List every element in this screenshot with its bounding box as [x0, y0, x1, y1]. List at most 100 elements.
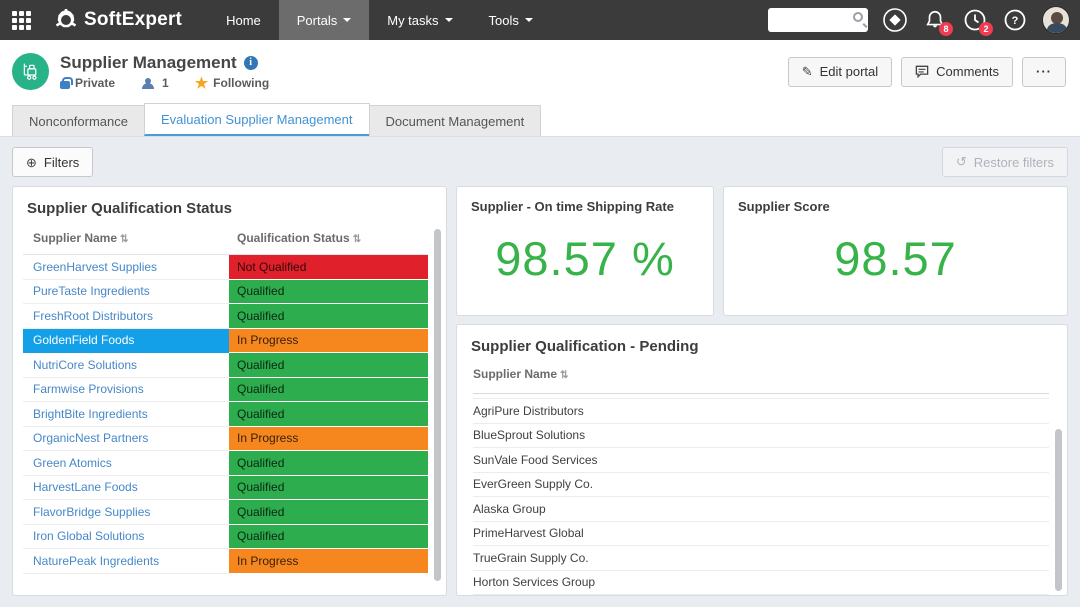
supplier-name-link[interactable]: BrightBite Ingredients [23, 402, 229, 427]
list-item[interactable]: EverGreen Supply Co. [473, 473, 1049, 498]
supplier-name-link[interactable]: GoldenField Foods [23, 329, 229, 354]
quick-access-icon[interactable] [882, 7, 908, 33]
restore-filters-button[interactable]: ↺ Restore filters [942, 147, 1068, 177]
search-icon[interactable] [853, 12, 863, 22]
notifications-bell-icon[interactable]: 8 [922, 7, 948, 33]
sort-icon[interactable]: ⇅ [120, 234, 128, 245]
menu-home[interactable]: Home [208, 0, 279, 40]
qualification-status-cell: Qualified [229, 525, 428, 550]
table-row[interactable]: HarvestLane FoodsQualified [23, 476, 428, 501]
tab-nonconformance[interactable]: Nonconformance [12, 105, 145, 136]
supplier-name-link[interactable]: Green Atomics [23, 451, 229, 476]
supplier-name-link[interactable]: NutriCore Solutions [23, 353, 229, 378]
sort-icon[interactable]: ⇅ [560, 370, 568, 381]
column-header-supplier-name[interactable]: Supplier Name⇅ [23, 231, 229, 245]
scrollbar-thumb[interactable] [434, 229, 441, 581]
qualification-status-cell: Qualified [229, 476, 428, 501]
table-row[interactable]: GreenHarvest SuppliesNot Qualified [23, 255, 428, 280]
portal-icon[interactable] [12, 53, 49, 90]
list-item[interactable]: PrimeHarvest Global [473, 522, 1049, 547]
menu-tools[interactable]: Tools [471, 0, 551, 40]
supplier-name-link[interactable]: Farmwise Provisions [23, 378, 229, 403]
table-row[interactable]: NaturePeak IngredientsIn Progress [23, 549, 428, 574]
user-avatar[interactable] [1042, 6, 1070, 34]
qualification-status-cell: In Progress [229, 549, 428, 574]
restore-icon: ↺ [956, 154, 967, 170]
tab-document-management[interactable]: Document Management [369, 105, 542, 136]
ellipsis-icon: ··· [1036, 64, 1052, 79]
qualification-status-cell: Qualified [229, 451, 428, 476]
widget-shipping-rate: Supplier - On time Shipping Rate 98.57 % [456, 186, 714, 316]
more-options-button[interactable]: ··· [1022, 57, 1066, 87]
comments-button[interactable]: Comments [901, 57, 1013, 87]
list-item[interactable]: BlueSprout Solutions [473, 424, 1049, 449]
search-box [768, 8, 868, 32]
tab-evaluation-supplier-management[interactable]: Evaluation Supplier Management [144, 103, 370, 136]
scrollbar-thumb[interactable] [1055, 429, 1062, 591]
supplier-name-link[interactable]: Iron Global Solutions [23, 525, 229, 550]
list-item[interactable]: AgriPure Distributors [473, 399, 1049, 424]
lock-icon [60, 81, 70, 89]
column-header-supplier-name[interactable]: Supplier Name⇅ [473, 367, 1049, 394]
column-header-qualification-status[interactable]: Qualification Status⇅ [229, 231, 428, 245]
comment-icon [915, 65, 929, 78]
app-grid-icon[interactable] [12, 11, 31, 30]
table-row[interactable]: NutriCore SolutionsQualified [23, 353, 428, 378]
supplier-name-link[interactable]: PureTaste Ingredients [23, 280, 229, 305]
chevron-down-icon [525, 18, 533, 22]
members-count[interactable]: 1 [141, 76, 169, 90]
info-icon[interactable]: i [244, 56, 258, 70]
qualification-status-cell: Qualified [229, 353, 428, 378]
list-item[interactable]: TrueGrain Supply Co. [473, 546, 1049, 571]
table-row[interactable]: Farmwise ProvisionsQualified [23, 378, 428, 403]
table-row[interactable]: Iron Global SolutionsQualified [23, 525, 428, 550]
shipping-rate-value: 98.57 % [457, 231, 713, 286]
table-row[interactable]: FlavorBridge SuppliesQualified [23, 500, 428, 525]
edit-portal-button[interactable]: ✎ Edit portal [788, 57, 892, 87]
plus-circle-icon: ⊕ [26, 156, 37, 169]
widget-qualification-status: Supplier Qualification Status Supplier N… [12, 186, 447, 596]
pending-tasks-badge: 2 [979, 22, 993, 36]
supplier-name-link[interactable]: NaturePeak Ingredients [23, 549, 229, 574]
supplier-name-link[interactable]: OrganicNest Partners [23, 427, 229, 452]
table-row[interactable]: BrightBite IngredientsQualified [23, 402, 428, 427]
table-row[interactable]: FreshRoot DistributorsQualified [23, 304, 428, 329]
menu-portals[interactable]: Portals [279, 0, 369, 40]
table-row[interactable]: OrganicNest PartnersIn Progress [23, 427, 428, 452]
softexpert-gear-icon [55, 9, 77, 31]
qualification-status-cell: Qualified [229, 304, 428, 329]
following-toggle[interactable]: ★ Following [195, 76, 269, 91]
widget-title: Supplier Qualification Status [13, 187, 446, 217]
list-item[interactable]: Horton Services Group [473, 571, 1049, 596]
widget-title: Supplier Score [724, 187, 1067, 214]
help-icon[interactable]: ? [1002, 7, 1028, 33]
list-item[interactable]: SunVale Food Services [473, 448, 1049, 473]
qualification-status-cell: Qualified [229, 378, 428, 403]
filters-button[interactable]: ⊕ Filters [12, 147, 93, 177]
qualification-status-cell: Qualified [229, 280, 428, 305]
table-row[interactable]: PureTaste IngredientsQualified [23, 280, 428, 305]
supplier-name-link[interactable]: FlavorBridge Supplies [23, 500, 229, 525]
pending-tasks-clock-icon[interactable]: 2 [962, 7, 988, 33]
pencil-icon: ✎ [802, 64, 813, 80]
qualification-status-cell: Not Qualified [229, 255, 428, 280]
table-row[interactable]: GoldenField FoodsIn Progress [23, 329, 428, 354]
pending-table: Supplier Name⇅ AgriPure DistributorsBlue… [473, 367, 1049, 595]
brand-logo[interactable]: SoftExpert [55, 9, 182, 31]
supplier-name-link[interactable]: FreshRoot Distributors [23, 304, 229, 329]
qualification-status-cell: In Progress [229, 329, 428, 354]
supplier-name-link[interactable]: GreenHarvest Supplies [23, 255, 229, 280]
top-navbar: SoftExpert Home Portals My tasks Tools 8… [0, 0, 1080, 40]
qualification-table: Supplier Name⇅ Qualification Status⇅ Gre… [23, 231, 428, 574]
widget-title: Supplier Qualification - Pending [457, 325, 1067, 355]
widget-title: Supplier - On time Shipping Rate [457, 187, 713, 214]
sort-icon[interactable]: ⇅ [353, 234, 361, 245]
notifications-badge: 8 [939, 22, 953, 36]
chevron-down-icon [445, 18, 453, 22]
table-row[interactable]: Green AtomicsQualified [23, 451, 428, 476]
chevron-down-icon [343, 18, 351, 22]
supplier-name-link[interactable]: HarvestLane Foods [23, 476, 229, 501]
page-title: Supplier Management [60, 53, 237, 73]
menu-my-tasks[interactable]: My tasks [369, 0, 470, 40]
list-item[interactable]: Alaska Group [473, 497, 1049, 522]
